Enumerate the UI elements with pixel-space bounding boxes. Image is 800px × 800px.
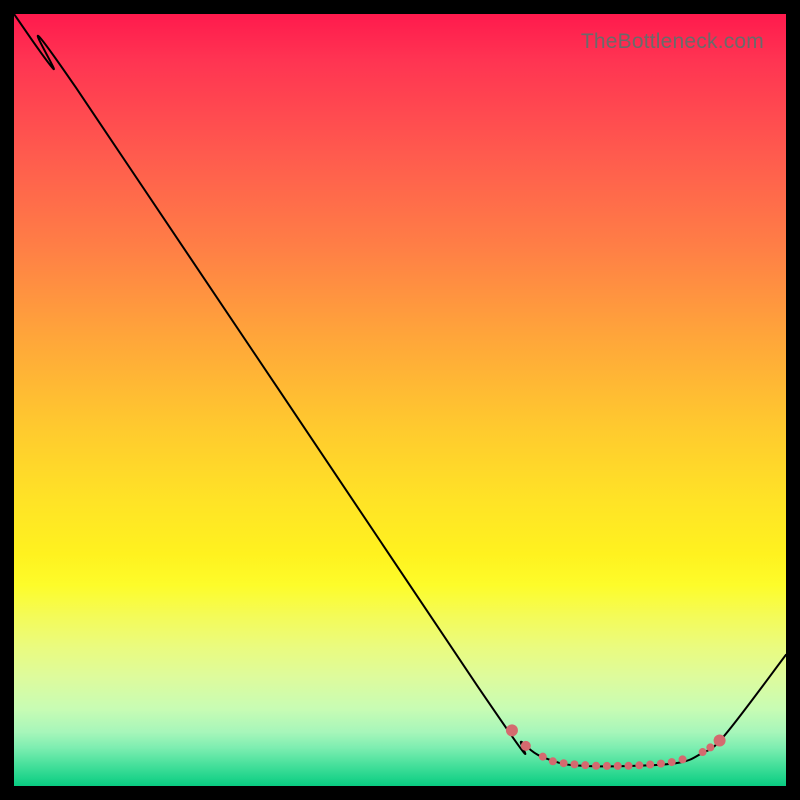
bottleneck-curve [14,14,786,786]
highlight-dot [539,753,547,761]
chart-plot-area: TheBottleneck.com [14,14,786,786]
highlight-dot [706,743,714,751]
highlight-dot [603,762,611,770]
highlight-dot [581,761,589,769]
highlight-dot [714,734,726,746]
highlight-dot [614,762,622,770]
highlight-dot [560,759,568,767]
highlight-dot [592,762,600,770]
highlight-dot [657,760,665,768]
highlight-dot [549,757,557,765]
highlight-dot [635,761,643,769]
highlight-dot [646,761,654,769]
highlight-dot [699,748,707,756]
highlight-dot [668,758,676,766]
highlight-dot [506,724,518,736]
watermark-text: TheBottleneck.com [581,30,764,54]
optimal-range-dots [14,14,786,786]
highlight-dot [521,741,531,751]
highlight-dot [570,760,578,768]
highlight-dot [679,755,687,763]
highlight-dot [625,762,633,770]
